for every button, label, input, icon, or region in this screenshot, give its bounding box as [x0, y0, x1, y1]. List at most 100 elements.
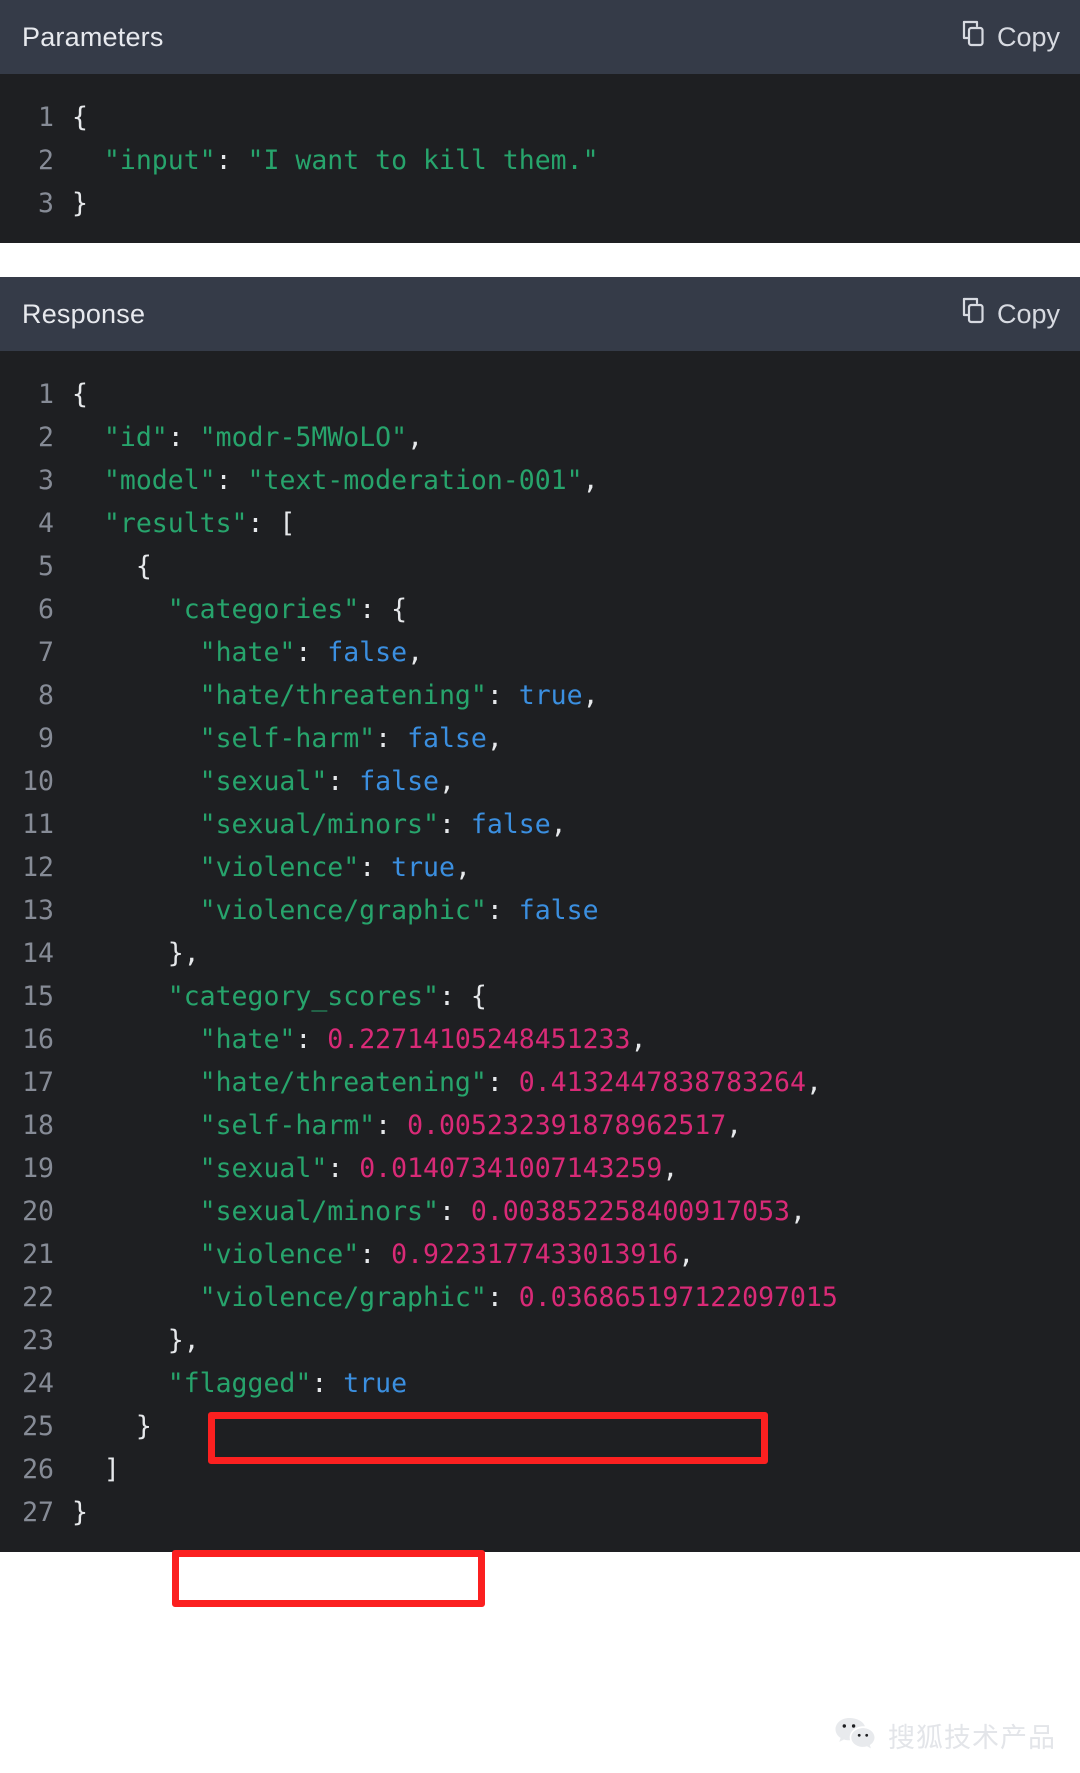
- code-line: 11 "sexual/minors": false,: [0, 803, 1080, 846]
- token-key: "flagged": [167, 1368, 312, 1399]
- token-punct: ,: [407, 637, 424, 668]
- token-punct: {: [72, 379, 88, 410]
- token-key: "violence": [199, 1239, 360, 1270]
- token-punct: [72, 809, 200, 840]
- token-key: "model": [103, 465, 216, 496]
- parameters-title: Parameters: [22, 21, 164, 52]
- copy-response-button[interactable]: Copy: [960, 297, 1060, 332]
- line-number: 23: [22, 1325, 54, 1356]
- token-punct: ,: [486, 723, 503, 754]
- code-line-text: "hate/threatening": true,: [72, 674, 599, 717]
- token-str: "modr-5MWoLO": [199, 422, 408, 453]
- token-key: "sexual": [199, 1153, 328, 1184]
- token-punct: :: [327, 1153, 360, 1184]
- code-line: 21 "violence": 0.9223177433013916,: [0, 1233, 1080, 1276]
- token-punct: ,: [550, 809, 567, 840]
- token-key: "sexual/minors": [199, 1196, 439, 1227]
- token-punct: [72, 680, 200, 711]
- line-number: 7: [38, 637, 54, 668]
- line-number: 24: [22, 1368, 54, 1399]
- token-punct: [72, 852, 200, 883]
- code-line: 26 ]: [0, 1448, 1080, 1491]
- code-line-text: "results": [: [72, 502, 295, 545]
- token-punct: [72, 145, 104, 176]
- line-number: 20: [22, 1196, 54, 1227]
- code-line-text: "flagged": true: [72, 1362, 407, 1405]
- token-punct: ,: [662, 1153, 679, 1184]
- token-key: "hate/threatening": [199, 680, 487, 711]
- code-line-text: "sexual": 0.01407341007143259,: [72, 1147, 679, 1190]
- code-line-text: "violence": true,: [72, 846, 471, 889]
- code-line-text: {: [72, 545, 152, 588]
- token-punct: :: [215, 465, 248, 496]
- token-punct: [72, 895, 200, 926]
- code-line: 3 "model": "text-moderation-001",: [0, 459, 1080, 502]
- code-line: 22 "violence/graphic": 0.036865197122097…: [0, 1276, 1080, 1319]
- response-code-block[interactable]: 1{2 "id": "modr-5MWoLO", 3 "model": "text…: [0, 351, 1080, 1552]
- token-key: "violence": [199, 852, 360, 883]
- line-number: 14: [22, 938, 54, 969]
- code-line: 16 "hate": 0.22714105248451233,: [0, 1018, 1080, 1061]
- line-number: 16: [22, 1024, 54, 1055]
- token-punct: ,: [582, 680, 599, 711]
- line-number: 15: [22, 981, 54, 1012]
- line-number: 19: [22, 1153, 54, 1184]
- code-line-text: "sexual/minors": false,: [72, 803, 567, 846]
- token-bool: true: [343, 1368, 408, 1399]
- token-key: "id": [103, 422, 168, 453]
- token-punct: {: [72, 551, 152, 582]
- code-line-text: "self-harm": false,: [72, 717, 503, 760]
- token-punct: :: [215, 145, 248, 176]
- token-bool: true: [518, 680, 583, 711]
- parameters-panel-header: Parameters Copy: [0, 0, 1080, 74]
- token-key: "input": [103, 145, 216, 176]
- code-line-text: "hate": 0.22714105248451233,: [72, 1018, 647, 1061]
- copy-response-label: Copy: [996, 298, 1060, 329]
- token-num: 0.01407341007143259: [359, 1153, 663, 1184]
- parameters-code-block[interactable]: 1{2 "input": "I want to kill them." 3}: [0, 74, 1080, 243]
- code-line-text: "sexual": false,: [72, 760, 455, 803]
- token-bool: false: [470, 809, 551, 840]
- line-number: 13: [22, 895, 54, 926]
- token-str: "text-moderation-001": [247, 465, 583, 496]
- code-line-text: }: [72, 1491, 88, 1534]
- token-punct: }: [72, 188, 88, 219]
- line-number: 3: [38, 465, 54, 496]
- token-bool: false: [327, 637, 408, 668]
- line-number: 9: [38, 723, 54, 754]
- flagged-highlight: [172, 1550, 485, 1607]
- code-line: 27}: [0, 1491, 1080, 1534]
- line-number: 1: [38, 379, 54, 410]
- code-line: 2 "input": "I want to kill them.": [0, 139, 1080, 182]
- code-line: 12 "violence": true,: [0, 846, 1080, 889]
- token-key: "self-harm": [199, 723, 376, 754]
- token-punct: :: [295, 1024, 328, 1055]
- token-str: "I want to kill them.": [247, 145, 599, 176]
- token-punct: ,: [789, 1196, 806, 1227]
- line-number: 6: [38, 594, 54, 625]
- copy-icon: [960, 20, 986, 55]
- code-line-text: },: [72, 1319, 200, 1362]
- token-punct: :: [438, 809, 471, 840]
- token-punct: : [: [247, 508, 296, 539]
- token-punct: [72, 1196, 200, 1227]
- token-punct: :: [486, 895, 519, 926]
- token-punct: ,: [454, 852, 471, 883]
- token-num: 0.003852258400917053: [470, 1196, 790, 1227]
- token-num: 0.22714105248451233: [327, 1024, 631, 1055]
- token-punct: ]: [72, 1454, 120, 1485]
- token-bool: false: [407, 723, 487, 754]
- copy-parameters-button[interactable]: Copy: [960, 20, 1060, 55]
- line-number: 26: [22, 1454, 54, 1485]
- code-line: 7 "hate": false,: [0, 631, 1080, 674]
- token-punct: {: [72, 102, 88, 133]
- code-line-text: "violence/graphic": 0.036865197122097015: [72, 1276, 838, 1319]
- token-punct: },: [72, 1325, 200, 1356]
- code-line-text: "sexual/minors": 0.003852258400917053,: [72, 1190, 806, 1233]
- token-punct: :: [486, 1067, 519, 1098]
- parameters-panel: Parameters Copy 1{2 "input": "I want to …: [0, 0, 1080, 243]
- code-line: 6 "categories": {: [0, 588, 1080, 631]
- screenshot-root: Parameters Copy 1{2 "input": "I want to …: [0, 0, 1080, 1773]
- token-punct: [72, 422, 104, 453]
- token-key: "category_scores": [167, 981, 439, 1012]
